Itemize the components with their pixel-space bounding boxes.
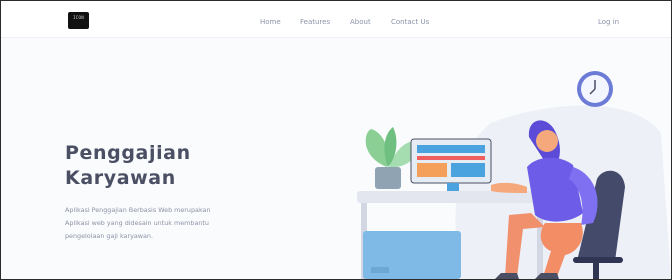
hero-desc-line-2: Aplikasi web yang didesain untuk membant… [65,219,209,227]
logo[interactable]: ICON [68,12,89,29]
clock-icon [577,71,613,107]
nav-features-link[interactable]: Features [300,18,330,26]
hero-desc-line-3: pengelolaan gaji karyawan. [65,232,154,240]
nav-home-link[interactable]: Home [260,18,281,26]
top-navbar: ICON Home Features About Contact Us Log … [1,1,671,38]
hero-description: Aplikasi Penggajian Berbasis Web merupak… [65,204,255,243]
hero-illustration [357,71,671,279]
nav-contact-link[interactable]: Contact Us [391,18,429,26]
computer-monitor [410,138,492,191]
nav-login-link[interactable]: Log in [598,18,619,26]
hero-title-line-1: Penggajian [65,142,191,164]
hero-title-line-2: Karyawan [65,167,176,189]
nav-about-link[interactable]: About [350,18,371,26]
page-frame: ICON Home Features About Contact Us Log … [0,0,672,280]
hero-desc-line-1: Aplikasi Penggajian Berbasis Web merupak… [65,206,211,214]
hero-title: Penggajian Karyawan [65,141,305,191]
